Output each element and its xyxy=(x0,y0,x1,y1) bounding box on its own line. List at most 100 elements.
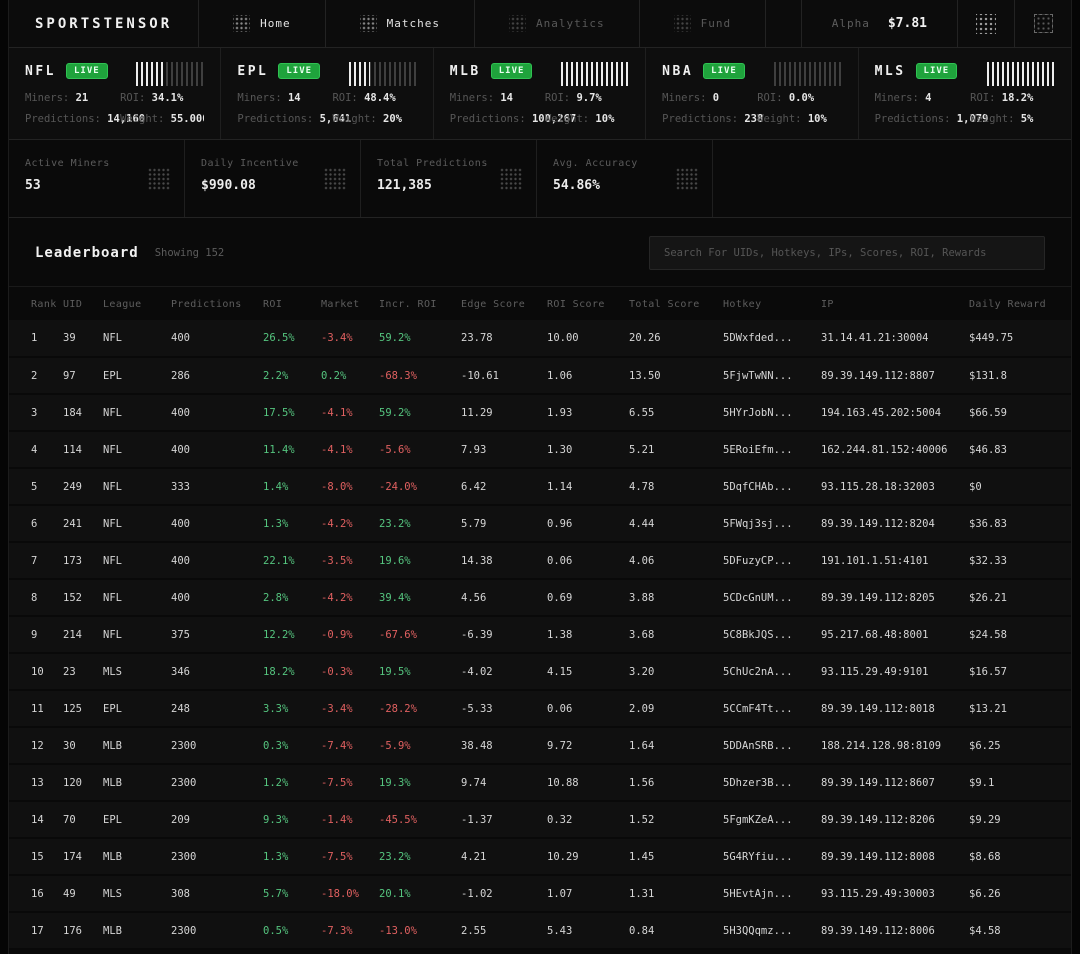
cell-predictions: 209 xyxy=(167,801,259,838)
dot-grid-icon xyxy=(676,168,698,190)
league-stat-label: Weight: xyxy=(332,113,383,125)
leaderboard-title: Leaderboard xyxy=(35,245,139,261)
cell-total-score: 4.78 xyxy=(625,468,719,505)
cell-roi-score: 10.88 xyxy=(543,764,625,801)
table-row[interactable]: 17176MLB23000.5%-7.3%-13.0%2.555.430.845… xyxy=(9,912,1071,949)
table-row[interactable]: 4114NFL40011.4%-4.1%-5.6%7.931.305.215ER… xyxy=(9,431,1071,468)
cell-incr-roi: -67.6% xyxy=(375,616,457,653)
cell-roi: 12.2% xyxy=(259,616,317,653)
table-row[interactable]: 6241NFL4001.3%-4.2%23.2%5.790.964.445FWq… xyxy=(9,505,1071,542)
table-head: RankUIDLeaguePredictionsROIMarketIncr. R… xyxy=(9,287,1071,320)
column-header-roi: ROI xyxy=(259,287,317,320)
alpha-value: $7.81 xyxy=(888,16,927,31)
cell-edge-score: 11.29 xyxy=(457,394,543,431)
cell-league: EPL xyxy=(99,357,167,394)
tab-fund-label: Fund xyxy=(701,17,732,30)
league-stat-value: 20% xyxy=(383,113,402,125)
tab-analytics[interactable]: Analytics xyxy=(475,0,639,47)
summary-stat-label: Avg. Accuracy xyxy=(553,158,696,169)
cell-roi: 26.5% xyxy=(259,320,317,357)
table-row[interactable]: 7173NFL40022.1%-3.5%19.6%14.380.064.065D… xyxy=(9,542,1071,579)
cell-predictions: 308 xyxy=(167,875,259,912)
league-stats: Miners: 4ROI: 18.2%Predictions: 1,079Wei… xyxy=(875,92,1055,125)
live-badge: LIVE xyxy=(66,63,108,79)
cell-hotkey: 5FgmKZeA... xyxy=(719,801,817,838)
cell-league: MLB xyxy=(99,727,167,764)
tab-matches[interactable]: Matches xyxy=(326,0,474,47)
leaderboard-table: RankUIDLeaguePredictionsROIMarketIncr. R… xyxy=(9,287,1071,950)
cell-roi-score: 1.14 xyxy=(543,468,625,505)
cell-uid: 49 xyxy=(59,875,99,912)
column-header-hotkey: Hotkey xyxy=(719,287,817,320)
league-stat-roi: ROI: 0.0% xyxy=(757,92,841,104)
league-card-mls: MLSLIVEMiners: 4ROI: 18.2%Predictions: 1… xyxy=(859,48,1071,139)
cell-roi: 3.3% xyxy=(259,690,317,727)
cell-market: -1.4% xyxy=(317,801,375,838)
cell-edge-score: 9.74 xyxy=(457,764,543,801)
search-input[interactable] xyxy=(649,236,1045,270)
tab-matches-label: Matches xyxy=(387,17,440,30)
brand-logo: SPORTSTENSOR xyxy=(9,0,198,47)
column-header-ip: IP xyxy=(817,287,965,320)
cell-league: NFL xyxy=(99,431,167,468)
cell-uid: 214 xyxy=(59,616,99,653)
table-row[interactable]: 15174MLB23001.3%-7.5%23.2%4.2110.291.455… xyxy=(9,838,1071,875)
cell-rank: 14 xyxy=(9,801,59,838)
cell-ip: 89.39.149.112:8607 xyxy=(817,764,965,801)
cell-rank: 5 xyxy=(9,468,59,505)
cell-incr-roi: 39.4% xyxy=(375,579,457,616)
summary-stats-row: Active Miners53Daily Incentive$990.08Tot… xyxy=(9,140,1071,218)
grid-menu-button[interactable] xyxy=(958,0,1014,47)
cell-market: -8.0% xyxy=(317,468,375,505)
league-card-mlb: MLBLIVEMiners: 14ROI: 9.7%Predictions: 1… xyxy=(434,48,646,139)
league-stat-value: 48.4% xyxy=(364,92,396,104)
cell-market: -3.4% xyxy=(317,690,375,727)
summary-filler xyxy=(713,140,1071,217)
cell-roi-score: 0.32 xyxy=(543,801,625,838)
cell-ip: 89.39.149.112:8006 xyxy=(817,912,965,949)
table-row[interactable]: 1023MLS34618.2%-0.3%19.5%-4.024.153.205C… xyxy=(9,653,1071,690)
league-stat-value: 9.7% xyxy=(576,92,601,104)
table-row[interactable]: 8152NFL4002.8%-4.2%39.4%4.560.693.885CDc… xyxy=(9,579,1071,616)
alpha-label: Alpha xyxy=(832,17,870,30)
table-row[interactable]: 1470EPL2099.3%-1.4%-45.5%-1.370.321.525F… xyxy=(9,801,1071,838)
dot-grid-icon xyxy=(324,168,346,190)
frame-select-button[interactable] xyxy=(1015,0,1071,47)
cell-market: -3.4% xyxy=(317,320,375,357)
table-row[interactable]: 9214NFL37512.2%-0.9%-67.6%-6.391.383.685… xyxy=(9,616,1071,653)
cell-incr-roi: 59.2% xyxy=(375,394,457,431)
tab-fund[interactable]: Fund xyxy=(640,0,766,47)
cell-edge-score: 6.42 xyxy=(457,468,543,505)
cell-uid: 39 xyxy=(59,320,99,357)
cell-roi: 0.3% xyxy=(259,727,317,764)
table-row[interactable]: 3184NFL40017.5%-4.1%59.2%11.291.936.555H… xyxy=(9,394,1071,431)
cell-rank: 4 xyxy=(9,431,59,468)
fund-icon xyxy=(674,15,691,32)
tab-home[interactable]: Home xyxy=(199,0,325,47)
cell-daily-reward: $26.21 xyxy=(965,579,1071,616)
table-row[interactable]: 5249NFL3331.4%-8.0%-24.0%6.421.144.785Dq… xyxy=(9,468,1071,505)
cell-total-score: 1.31 xyxy=(625,875,719,912)
table-row[interactable]: 11125EPL2483.3%-3.4%-28.2%-5.330.062.095… xyxy=(9,690,1071,727)
cell-incr-roi: -24.0% xyxy=(375,468,457,505)
table-row[interactable]: 139NFL40026.5%-3.4%59.2%23.7810.0020.265… xyxy=(9,320,1071,357)
league-stat-value: 21 xyxy=(76,92,89,104)
table-row[interactable]: 13120MLB23001.2%-7.5%19.3%9.7410.881.565… xyxy=(9,764,1071,801)
analytics-icon xyxy=(509,15,526,32)
table-row[interactable]: 1230MLB23000.3%-7.4%-5.9%38.489.721.645D… xyxy=(9,727,1071,764)
cell-league: MLS xyxy=(99,875,167,912)
column-header-market: Market xyxy=(317,287,375,320)
cell-incr-roi: -68.3% xyxy=(375,357,457,394)
table-row[interactable]: 1649MLS3085.7%-18.0%20.1%-1.021.071.315H… xyxy=(9,875,1071,912)
league-stat-roi: ROI: 18.2% xyxy=(970,92,1055,104)
table-row[interactable]: 297EPL2862.2%0.2%-68.3%-10.611.0613.505F… xyxy=(9,357,1071,394)
cell-market: -4.1% xyxy=(317,431,375,468)
league-stat-label: Predictions: xyxy=(875,113,957,125)
cell-incr-roi: -5.6% xyxy=(375,431,457,468)
league-stat-miners: Miners: 4 xyxy=(875,92,971,104)
cell-ip: 89.39.149.112:8008 xyxy=(817,838,965,875)
cell-ip: 194.163.45.202:5004 xyxy=(817,394,965,431)
cell-rank: 9 xyxy=(9,616,59,653)
league-stat-predictions: Predictions: 5,641 xyxy=(237,113,332,125)
cell-market: -4.2% xyxy=(317,579,375,616)
